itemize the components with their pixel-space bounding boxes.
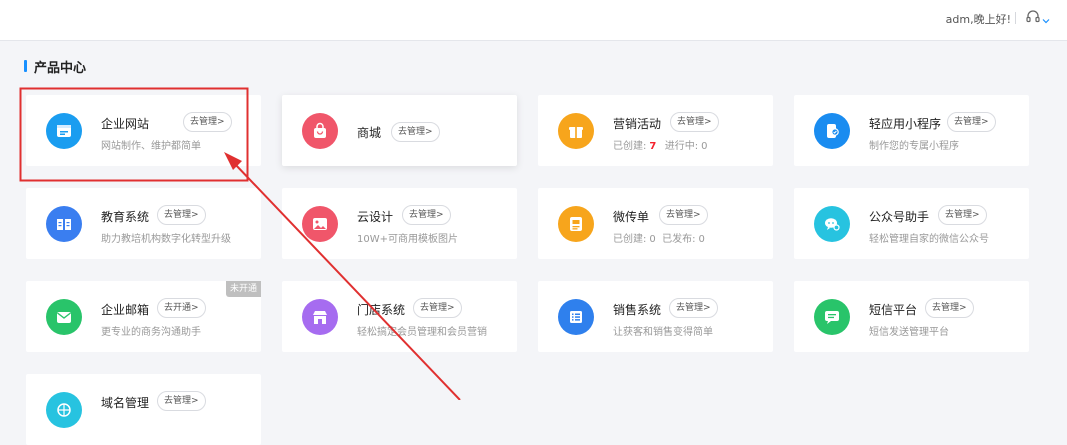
product-desc: 助力教培机构数字化转型升级 bbox=[101, 234, 231, 245]
chevron-down-icon[interactable] bbox=[1041, 11, 1051, 24]
product-name: 云设计 bbox=[357, 210, 394, 224]
product-card-mail[interactable]: 未开通 企业邮箱 去开通> 更专业的商务沟通助手 bbox=[26, 281, 261, 352]
product-card-marketing[interactable]: 营销活动 去管理> 已创建: 7 进行中: 0 bbox=[538, 95, 773, 166]
product-name: 商城 bbox=[357, 126, 382, 140]
product-name: 域名管理 bbox=[101, 396, 150, 410]
gift-icon bbox=[558, 113, 594, 149]
book-icon bbox=[46, 206, 82, 242]
divider bbox=[1015, 12, 1016, 24]
section-accent-bar bbox=[24, 60, 27, 72]
product-card-domain[interactable]: 域名管理 去管理> bbox=[26, 374, 261, 445]
product-name: 教育系统 bbox=[101, 210, 150, 224]
product-card-wechat[interactable]: 公众号助手 去管理> 轻松管理自家的微信公众号 bbox=[794, 188, 1029, 259]
product-desc: 轻松管理自家的微信公众号 bbox=[869, 234, 989, 245]
wechat-icon bbox=[814, 206, 850, 242]
manage-button[interactable]: 去管理> bbox=[938, 205, 987, 225]
section-header: 产品中心 bbox=[24, 58, 87, 76]
product-card-miniprogram[interactable]: 轻应用小程序 去管理> 制作您的专属小程序 bbox=[794, 95, 1029, 166]
product-name: 短信平台 bbox=[869, 303, 918, 317]
top-bar: adm,晚上好! bbox=[0, 0, 1067, 41]
product-card-sales[interactable]: 销售系统 去管理> 让获客和销售变得简单 bbox=[538, 281, 773, 352]
product-desc: 制作您的专属小程序 bbox=[869, 141, 959, 152]
sms-icon bbox=[814, 299, 850, 335]
user-greeting[interactable]: adm,晚上好! bbox=[946, 11, 1011, 27]
manage-button[interactable]: 去管理> bbox=[183, 112, 232, 132]
image-icon bbox=[302, 206, 338, 242]
domain-icon bbox=[46, 392, 82, 428]
manage-button[interactable]: 去管理> bbox=[659, 205, 708, 225]
mini-program-icon bbox=[814, 113, 850, 149]
product-name: 销售系统 bbox=[613, 303, 662, 317]
product-card-cloud-design[interactable]: 云设计 去管理> 10W+可商用模板图片 bbox=[282, 188, 517, 259]
product-card-education[interactable]: 教育系统 去管理> 助力教培机构数字化转型升级 bbox=[26, 188, 261, 259]
manage-button[interactable]: 去管理> bbox=[670, 112, 719, 132]
status-badge: 未开通 bbox=[225, 281, 261, 297]
product-name: 企业邮箱 bbox=[101, 303, 150, 317]
product-desc: 网站制作、维护都简单 bbox=[101, 141, 201, 152]
product-card-mall[interactable]: 商城 去管理> bbox=[282, 95, 517, 166]
product-stats: 已创建: 7 进行中: 0 bbox=[613, 141, 708, 152]
store-icon bbox=[302, 299, 338, 335]
shopping-bag-icon bbox=[302, 113, 338, 149]
manage-button[interactable]: 去管理> bbox=[402, 205, 451, 225]
product-name: 轻应用小程序 bbox=[869, 117, 942, 131]
product-card-website[interactable]: 企业网站 去管理> 网站制作、维护都简单 bbox=[26, 95, 261, 166]
product-desc: 让获客和销售变得简单 bbox=[613, 327, 713, 338]
product-desc: 轻松搞定会员管理和会员营销 bbox=[357, 327, 487, 338]
manage-button[interactable]: 去管理> bbox=[157, 205, 206, 225]
product-stats: 已创建: 0 已发布: 0 bbox=[613, 234, 705, 245]
product-name: 企业网站 bbox=[101, 117, 150, 131]
manage-button[interactable]: 去管理> bbox=[391, 122, 440, 142]
product-name: 公众号助手 bbox=[869, 210, 930, 224]
product-card-sms[interactable]: 短信平台 去管理> 短信发送管理平台 bbox=[794, 281, 1029, 352]
product-desc: 更专业的商务沟通助手 bbox=[101, 327, 201, 338]
list-icon bbox=[558, 299, 594, 335]
product-card-store[interactable]: 门店系统 去管理> 轻松搞定会员管理和会员营销 bbox=[282, 281, 517, 352]
flyer-icon bbox=[558, 206, 594, 242]
manage-button[interactable]: 去管理> bbox=[947, 112, 996, 132]
product-desc: 10W+可商用模板图片 bbox=[357, 234, 458, 245]
product-name: 微传单 bbox=[613, 210, 650, 224]
product-desc: 短信发送管理平台 bbox=[869, 327, 949, 338]
section-title: 产品中心 bbox=[34, 60, 87, 76]
manage-button[interactable]: 去管理> bbox=[669, 298, 718, 318]
activate-button[interactable]: 去开通> bbox=[157, 298, 206, 318]
manage-button[interactable]: 去管理> bbox=[413, 298, 462, 318]
mail-icon bbox=[46, 299, 82, 335]
manage-button[interactable]: 去管理> bbox=[157, 391, 206, 411]
headset-icon[interactable] bbox=[1025, 9, 1041, 25]
website-icon bbox=[46, 113, 82, 149]
product-name: 营销活动 bbox=[613, 117, 662, 131]
product-name: 门店系统 bbox=[357, 303, 406, 317]
product-card-flyer[interactable]: 微传单 去管理> 已创建: 0 已发布: 0 bbox=[538, 188, 773, 259]
manage-button[interactable]: 去管理> bbox=[925, 298, 974, 318]
